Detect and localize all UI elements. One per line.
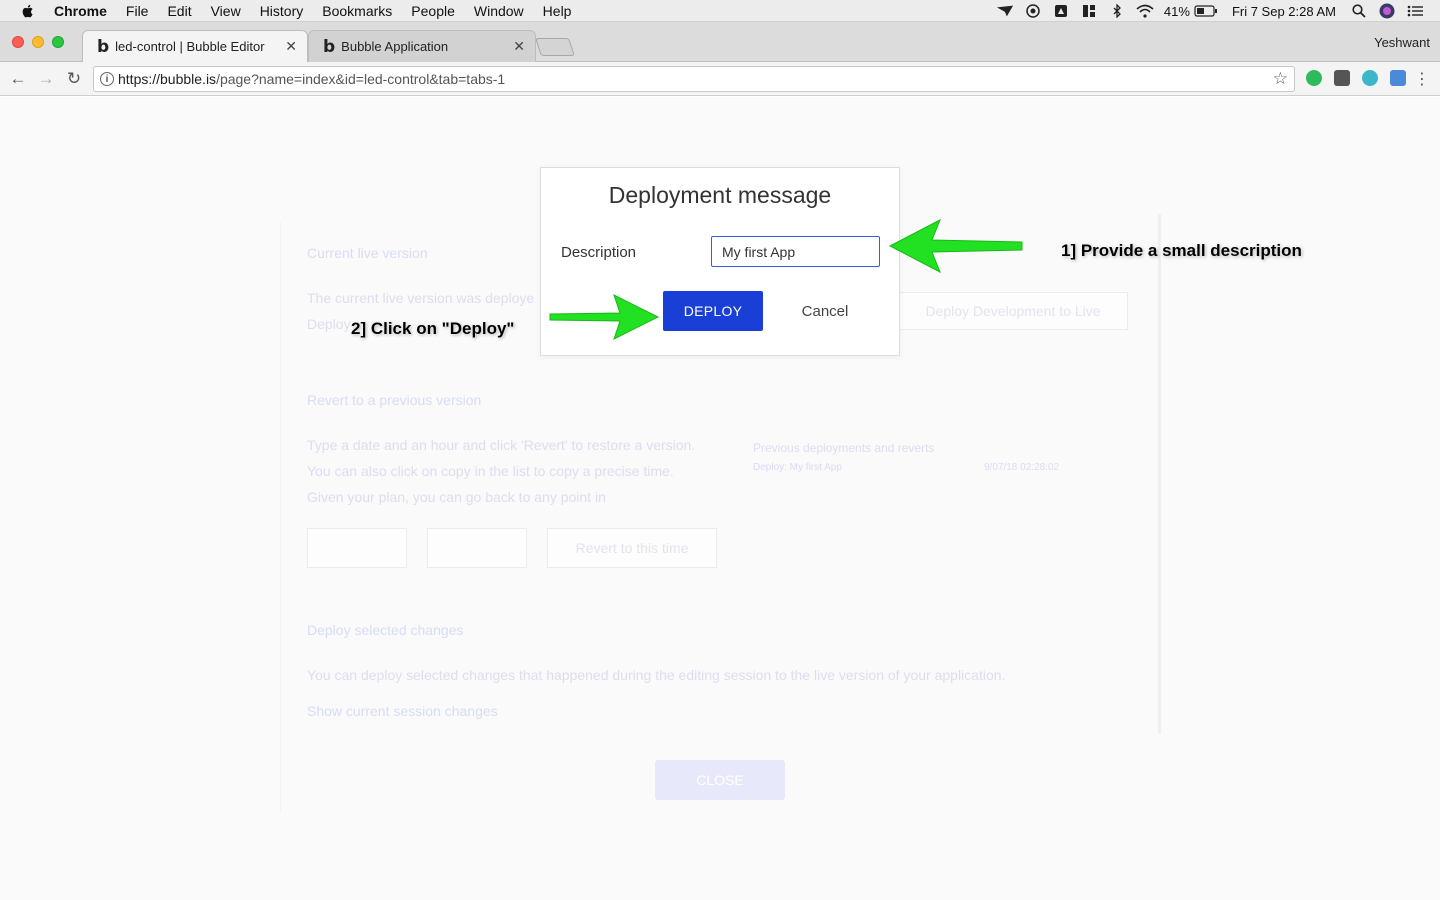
current-live-text: The current live version was deploye <box>307 290 535 306</box>
menu-bookmarks[interactable]: Bookmarks <box>322 3 392 19</box>
url-path: /page?name=index&id=led-control&tab=tabs… <box>216 71 506 87</box>
grid-app-icon[interactable] <box>1080 4 1098 18</box>
drive-icon[interactable] <box>1052 4 1070 18</box>
deploy-selected-text: You can deploy selected changes that hap… <box>307 667 1006 683</box>
tab-led-control-editor[interactable]: b led-control | Bubble Editor ✕ <box>82 30 308 62</box>
menu-history[interactable]: History <box>260 3 304 19</box>
tab-title: led-control | Bubble Editor <box>115 39 265 54</box>
current-live-heading: Current live version <box>307 245 428 261</box>
current-live-text-2: Deploy <box>307 316 351 332</box>
bluetooth-icon[interactable] <box>1108 4 1126 18</box>
green-arrow-left-icon <box>888 218 1023 274</box>
menu-window[interactable]: Window <box>474 3 524 19</box>
browser-toolbar: ← → ↻ i https://bubble.is/page?name=inde… <box>0 62 1440 96</box>
menu-people[interactable]: People <box>411 3 455 19</box>
previous-deploy-name: Deploy: My first App <box>753 462 842 473</box>
deploy-selected-heading: Deploy selected changes <box>307 622 464 638</box>
deploy-dev-to-live-button[interactable]: Deploy Development to Live <box>898 292 1128 330</box>
calendar-extension-icon[interactable] <box>1390 70 1406 86</box>
forward-arrow-icon[interactable]: → <box>36 69 56 89</box>
wifi-icon[interactable] <box>1136 4 1154 18</box>
menubar-clock[interactable]: Fri 7 Sep 2:28 AM <box>1232 4 1336 19</box>
revert-time-input[interactable] <box>427 528 527 568</box>
revert-heading: Revert to a previous version <box>307 392 482 408</box>
menu-edit[interactable]: Edit <box>167 3 191 19</box>
macos-menu-bar: Chrome File Edit View History Bookmarks … <box>0 0 1440 22</box>
notification-center-icon[interactable] <box>1406 4 1424 18</box>
previous-deployments-title: Previous deployments and reverts <box>753 441 935 455</box>
back-arrow-icon[interactable]: ← <box>8 69 28 89</box>
airmail-icon[interactable] <box>996 4 1014 18</box>
apple-logo-icon[interactable] <box>20 3 36 19</box>
cancel-button[interactable]: Cancel <box>787 291 863 331</box>
annotation-step-1: 1] Provide a small description <box>1061 241 1302 260</box>
tab-close-icon[interactable]: ✕ <box>513 38 525 55</box>
revert-button[interactable]: Revert to this time <box>547 528 717 568</box>
revert-text-1: Type a date and an hour and click 'Rever… <box>307 437 696 453</box>
previous-deploy-time: 9/07/18 02:28:02 <box>984 462 1060 473</box>
record-icon[interactable] <box>1024 4 1042 18</box>
menu-file[interactable]: File <box>126 3 149 19</box>
window-close-button[interactable] <box>12 36 24 48</box>
tab-title: Bubble Application <box>341 39 449 54</box>
description-input[interactable] <box>711 236 880 267</box>
description-label: Description <box>561 244 637 261</box>
siri-icon[interactable] <box>1378 3 1396 19</box>
dialog-title: Deployment message <box>608 182 832 208</box>
tab-bubble-application[interactable]: b Bubble Application ✕ <box>308 30 536 62</box>
close-button[interactable]: CLOSE <box>655 760 785 800</box>
bookmark-star-icon[interactable]: ☆ <box>1273 69 1288 89</box>
new-tab-button[interactable] <box>535 38 575 56</box>
deploy-button[interactable]: DEPLOY <box>663 291 763 331</box>
profile-name[interactable]: Yeshwant <box>1374 35 1430 50</box>
grammarly-extension-icon[interactable] <box>1306 70 1322 86</box>
menu-help[interactable]: Help <box>543 3 572 19</box>
chrome-menu-icon[interactable]: ⋮ <box>1412 69 1432 89</box>
window-zoom-button[interactable] <box>52 36 64 48</box>
revert-text-2: You can also click on copy in the list t… <box>307 463 674 479</box>
menu-view[interactable]: View <box>211 3 241 19</box>
spotlight-search-icon[interactable] <box>1350 4 1368 18</box>
green-arrow-right-icon <box>549 294 660 340</box>
panel-border <box>280 222 281 812</box>
window-minimize-button[interactable] <box>32 36 44 48</box>
site-info-icon[interactable]: i <box>100 72 114 86</box>
menu-app-chrome[interactable]: Chrome <box>54 3 107 19</box>
battery-percent: 41% <box>1163 3 1190 19</box>
reload-icon[interactable]: ↻ <box>64 69 84 89</box>
annotation-step-2: 2] Click on "Deploy" <box>351 319 515 338</box>
tab-close-icon[interactable]: ✕ <box>285 38 297 55</box>
battery-icon[interactable] <box>1194 4 1218 18</box>
pocket-extension-icon[interactable] <box>1334 70 1350 86</box>
m-extension-icon[interactable] <box>1362 70 1378 86</box>
bubble-favicon-icon: b <box>97 36 110 57</box>
browser-tab-strip: b led-control | Bubble Editor ✕ b Bubble… <box>0 22 1440 62</box>
bubble-favicon-icon: b <box>323 36 336 57</box>
show-session-changes-link[interactable]: Show current session changes <box>307 703 498 719</box>
url-host: https://bubble.is <box>118 71 217 87</box>
address-bar[interactable]: i https://bubble.is/page?name=index&id=l… <box>93 66 1295 92</box>
panel-scrollbar[interactable] <box>1158 214 1161 734</box>
revert-text-3: Given your plan, you can go back to any … <box>307 489 606 505</box>
revert-date-input[interactable] <box>307 528 407 568</box>
